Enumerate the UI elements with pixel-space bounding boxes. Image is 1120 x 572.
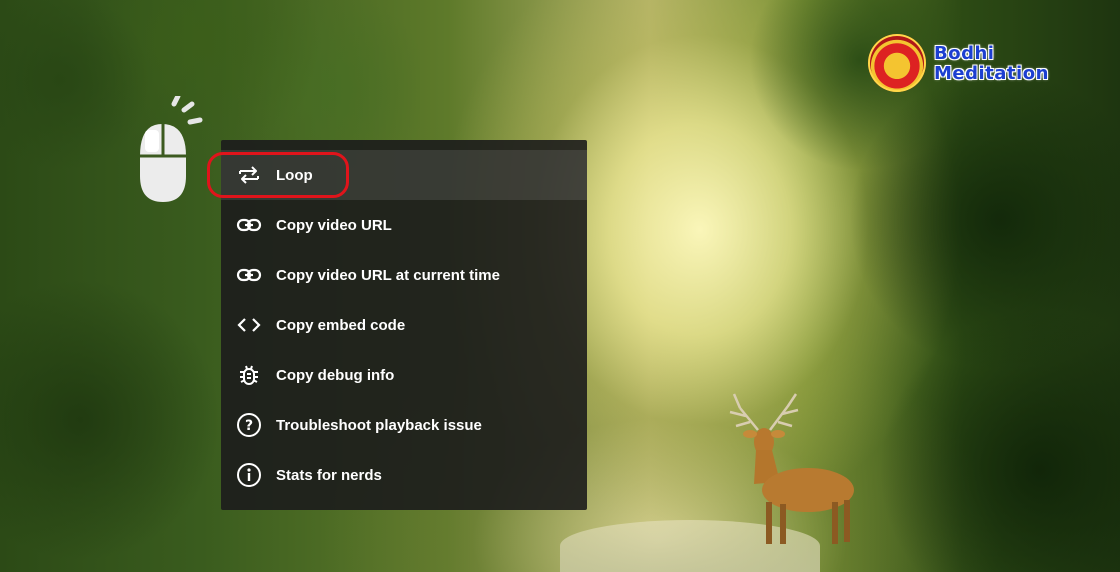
link-icon <box>235 211 263 239</box>
menu-item-label: Stats for nerds <box>276 466 382 484</box>
code-icon <box>235 311 263 339</box>
deer-image <box>729 393 854 544</box>
logo-wordmark: Bodhi Meditation <box>934 44 1049 84</box>
logo-line-2: Meditation <box>934 63 1049 84</box>
menu-item-copy-video-url[interactable]: Copy video URL <box>221 200 587 250</box>
highlight-ring <box>207 152 349 198</box>
menu-item-label: Troubleshoot playback issue <box>276 416 482 434</box>
menu-item-label: Copy video URL <box>276 216 392 234</box>
bodhi-meditation-logo: Bodhi Meditation <box>866 30 1076 100</box>
menu-item-copy-embed-code[interactable]: Copy embed code <box>221 300 587 350</box>
menu-item-troubleshoot[interactable]: ? Troubleshoot playback issue <box>221 400 587 450</box>
bug-icon <box>235 361 263 389</box>
svg-text:?: ? <box>245 418 253 434</box>
menu-item-label: Copy debug info <box>276 366 395 384</box>
stupa-emblem-icon <box>868 34 926 92</box>
question-circle-icon: ? <box>235 411 263 439</box>
link-icon <box>235 261 263 289</box>
menu-item-loop[interactable]: Loop <box>207 150 587 200</box>
menu-item-label: Copy video URL at current time <box>276 266 500 284</box>
mouse-right-click-icon <box>140 96 203 202</box>
context-menu: Loop Copy video URL Copy video URL at cu… <box>207 140 587 510</box>
info-circle-icon <box>235 461 263 489</box>
menu-item-label: Copy embed code <box>276 316 406 334</box>
menu-item-stats-for-nerds[interactable]: Stats for nerds <box>221 450 587 500</box>
menu-item-copy-debug-info[interactable]: Copy debug info <box>221 350 587 400</box>
logo-line-1: Bodhi <box>934 43 995 64</box>
menu-item-copy-video-url-at-time[interactable]: Copy video URL at current time <box>221 250 587 300</box>
